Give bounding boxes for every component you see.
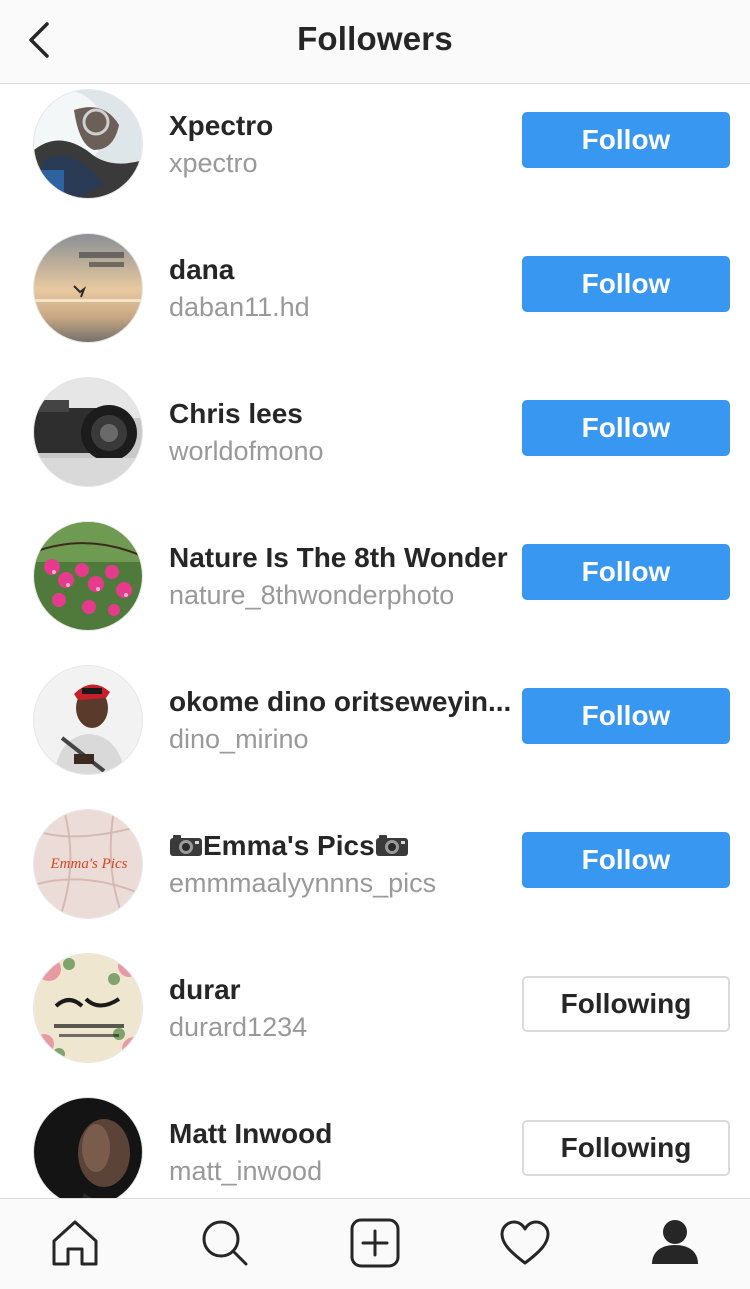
follower-name[interactable]: Matt Inwood <box>169 1118 514 1150</box>
follower-row[interactable]: Nature Is The 8th Wonder nature_8thwonde… <box>0 516 750 660</box>
avatar[interactable] <box>33 377 143 487</box>
follower-name[interactable]: Emma's Pics <box>169 830 514 862</box>
bottom-tab-bar <box>0 1198 750 1289</box>
follower-handle: worldofmono <box>169 436 324 466</box>
follow-button[interactable]: Follow <box>522 688 730 744</box>
add-post-icon <box>350 1218 400 1268</box>
follower-row[interactable]: Matt Inwood matt_inwood Following <box>0 1092 750 1198</box>
follow-button[interactable]: Follow <box>522 256 730 312</box>
follower-row[interactable]: Xpectro xpectro Follow <box>0 84 750 228</box>
avatar[interactable]: Emma's Pics <box>33 809 143 919</box>
follower-name[interactable]: durar <box>169 974 514 1006</box>
follower-name-text: Emma's Pics <box>203 830 375 861</box>
search-icon <box>202 1220 248 1266</box>
heart-icon <box>500 1220 550 1265</box>
avatar[interactable] <box>33 521 143 631</box>
follower-row[interactable]: Emma's Pics Emma's Pics emmmaalyynnns_pi… <box>0 804 750 948</box>
follower-handle: dino_mirino <box>169 724 309 754</box>
avatar[interactable] <box>33 233 143 343</box>
following-button[interactable]: Following <box>522 976 730 1032</box>
follower-handle: matt_inwood <box>169 1156 323 1186</box>
follower-name[interactable]: Nature Is The 8th Wonder <box>169 542 514 574</box>
follower-row[interactable]: Chris lees worldofmono Follow <box>0 372 750 516</box>
avatar[interactable] <box>33 1097 143 1198</box>
follower-name[interactable]: Xpectro <box>169 110 514 142</box>
follower-name[interactable]: Chris lees <box>169 398 514 430</box>
svg-text:Emma's Pics: Emma's Pics <box>50 856 128 872</box>
tab-search[interactable] <box>199 1217 251 1269</box>
camera-icon <box>170 835 202 856</box>
follow-button[interactable]: Follow <box>522 112 730 168</box>
following-button[interactable]: Following <box>522 1120 730 1176</box>
profile-icon <box>652 1220 698 1264</box>
tab-new-post[interactable] <box>349 1217 401 1269</box>
avatar[interactable] <box>33 665 143 775</box>
follower-name[interactable]: okome dino oritseweyin... <box>169 686 514 718</box>
tab-home[interactable] <box>49 1217 101 1269</box>
follower-row[interactable]: okome dino oritseweyin... dino_mirino Fo… <box>0 660 750 804</box>
tab-profile[interactable] <box>649 1217 701 1269</box>
follower-handle: xpectro <box>169 148 258 178</box>
follow-button[interactable]: Follow <box>522 832 730 888</box>
follower-row[interactable]: durar durard1234 Following <box>0 948 750 1092</box>
follower-name[interactable]: dana <box>169 254 514 286</box>
home-icon <box>52 1220 98 1266</box>
follower-handle: daban11.hd <box>169 292 310 322</box>
avatar[interactable] <box>33 953 143 1063</box>
follower-handle: durard1234 <box>169 1012 308 1042</box>
avatar[interactable] <box>33 89 143 199</box>
tab-activity[interactable] <box>499 1217 551 1269</box>
follower-handle: nature_8thwonderphoto <box>169 580 455 610</box>
followers-list[interactable]: Xpectro xpectro Follow dana daban11.hd F… <box>0 84 750 1198</box>
nav-header: Followers <box>0 0 750 84</box>
follow-button[interactable]: Follow <box>522 544 730 600</box>
camera-icon <box>375 835 408 856</box>
follow-button[interactable]: Follow <box>522 400 730 456</box>
page-title: Followers <box>297 20 453 57</box>
follower-row[interactable]: dana daban11.hd Follow <box>0 228 750 372</box>
follower-handle: emmmaalyynnns_pics <box>169 868 437 898</box>
